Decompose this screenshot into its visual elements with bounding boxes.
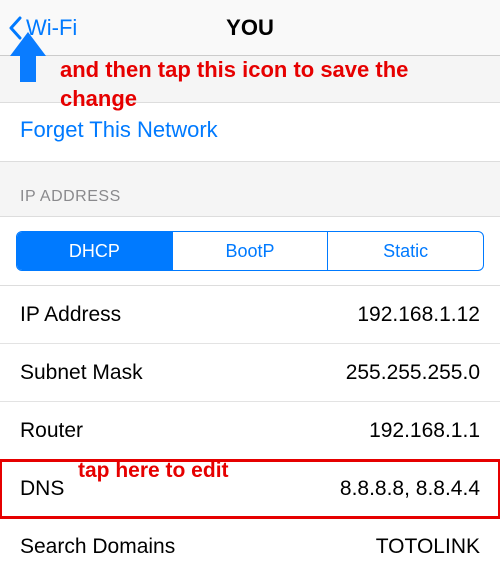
back-button[interactable]: Wi-Fi [0,15,77,41]
tab-bootp[interactable]: BootP [173,232,329,270]
ip-mode-segment: DHCP BootP Static [0,216,500,286]
forget-network-button[interactable]: Forget This Network [20,117,480,143]
label-dns: DNS [20,477,64,501]
row-router[interactable]: Router 192.168.1.1 [0,402,500,460]
tab-dhcp[interactable]: DHCP [17,232,173,270]
value-router: 192.168.1.1 [369,419,480,443]
row-subnet-mask[interactable]: Subnet Mask 255.255.255.0 [0,344,500,402]
value-ip-address: 192.168.1.12 [357,303,480,327]
navbar: Wi-Fi YOU [0,0,500,56]
back-label: Wi-Fi [26,15,77,41]
ip-settings-list: IP Address 192.168.1.12 Subnet Mask 255.… [0,286,500,576]
label-router: Router [20,419,83,443]
row-ip-address[interactable]: IP Address 192.168.1.12 [0,286,500,344]
row-search-domains[interactable]: Search Domains TOTOLINK [0,518,500,576]
value-dns: 8.8.8.8, 8.8.4.4 [340,477,480,501]
value-subnet-mask: 255.255.255.0 [346,361,480,385]
label-search-domains: Search Domains [20,535,175,559]
chevron-left-icon [8,16,24,40]
label-ip-address: IP Address [20,303,121,327]
tab-static[interactable]: Static [328,232,483,270]
section-header-ip: IP ADDRESS [0,162,500,216]
row-dns[interactable]: DNS 8.8.8.8, 8.8.4.4 [0,460,500,518]
value-search-domains: TOTOLINK [376,535,480,559]
label-subnet-mask: Subnet Mask [20,361,143,385]
forget-section: Forget This Network [0,102,500,162]
